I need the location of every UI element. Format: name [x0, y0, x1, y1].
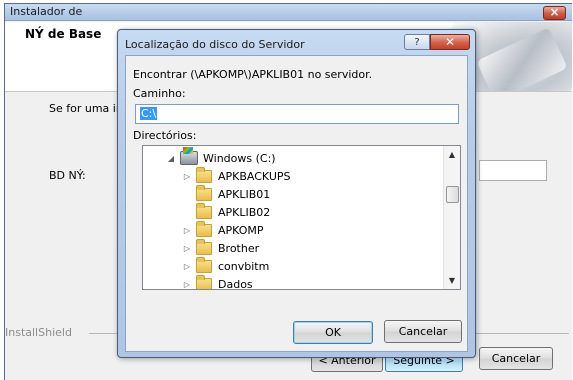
dialog-cancel-button[interactable]: Cancelar: [384, 320, 462, 343]
folder-icon: [196, 166, 212, 183]
path-label: Caminho:: [133, 87, 186, 100]
folder-icon: [196, 184, 212, 201]
folder-icon: [196, 220, 212, 237]
bd-label: BD NÝ:: [49, 169, 86, 182]
installer-body-text: Se for uma ir: [49, 102, 121, 115]
installer-title: Instalador de: [10, 5, 83, 18]
scroll-up-icon[interactable]: ▲: [444, 146, 460, 163]
server-disk-dialog: Localização do disco do Servidor ? ✕ Enc…: [117, 29, 476, 358]
expand-arrow-icon[interactable]: ▷: [181, 244, 193, 253]
folder-icon: [196, 238, 212, 255]
scroll-thumb[interactable]: [446, 186, 459, 203]
expand-arrow-icon[interactable]: ▷: [181, 280, 193, 289]
tree-item-folder[interactable]: ▷ Dados: [181, 274, 253, 290]
tree-item-folder[interactable]: ▷ convbitm: [181, 256, 270, 275]
tree-item-label: APKOMP: [218, 223, 264, 237]
installer-titlebar: Instalador de ×: [5, 4, 572, 21]
tree-item-label: Brother: [218, 241, 260, 255]
tree-item-folder[interactable]: ▷ APKBACKUPS: [181, 166, 291, 185]
directories-label: Directórios:: [133, 129, 197, 142]
expand-arrow-icon[interactable]: ▷: [181, 172, 193, 181]
help-icon: ?: [414, 36, 420, 48]
find-text: Encontrar (\APKOMP\)APKLIB01 no servidor…: [133, 68, 373, 81]
folder-icon: [196, 202, 212, 219]
bd-input[interactable]: [479, 160, 547, 181]
installshield-brand: InstallShield: [5, 326, 72, 339]
dialog-title: Localização do disco do Servidor: [125, 38, 305, 51]
installer-cancel-button[interactable]: Cancelar: [479, 347, 553, 370]
close-icon: ✕: [444, 35, 456, 49]
tree-item-folder[interactable]: APKLIB01: [181, 184, 271, 203]
tree-item-folder[interactable]: APKLIB02: [181, 202, 271, 221]
expand-arrow-icon[interactable]: ▷: [181, 262, 193, 271]
installer-close-button[interactable]: ×: [543, 5, 566, 20]
close-icon: ×: [549, 5, 560, 19]
tree-item-drive[interactable]: ◢ Windows (C:): [165, 147, 276, 167]
tree-item-label: APKLIB01: [218, 187, 271, 201]
scroll-down-icon[interactable]: ▼: [444, 272, 460, 289]
folder-icon: [196, 256, 212, 273]
drive-icon: [180, 147, 198, 165]
tree-item-label: Dados: [218, 277, 253, 290]
dialog-body: Encontrar (\APKOMP\)APKLIB01 no servidor…: [125, 55, 468, 352]
help-button[interactable]: ?: [404, 34, 430, 50]
collapse-arrow-icon[interactable]: ◢: [165, 154, 177, 163]
expand-arrow-icon[interactable]: ▷: [181, 226, 193, 235]
folder-icon: [196, 274, 212, 289]
dialog-close-button[interactable]: ✕: [430, 34, 470, 50]
tree-item-folder[interactable]: ▷ APKOMP: [181, 220, 264, 239]
ok-button[interactable]: OK: [293, 321, 373, 344]
tree-item-label: Windows (C:): [203, 151, 276, 165]
path-input[interactable]: C:\: [135, 104, 459, 124]
tree-item-label: APKLIB02: [218, 205, 271, 219]
tree-item-label: APKBACKUPS: [218, 169, 291, 183]
path-value: C:\: [140, 107, 158, 120]
installer-heading: NÝ de Base: [25, 27, 102, 41]
tree-item-folder[interactable]: ▷ Brother: [181, 238, 260, 257]
directory-tree[interactable]: ◢ Windows (C:) ▷ APKBACKUPS APKLIB01 APK…: [142, 145, 461, 290]
tree-item-label: convbitm: [218, 259, 270, 273]
tree-scrollbar[interactable]: ▲ ▼: [443, 146, 460, 289]
